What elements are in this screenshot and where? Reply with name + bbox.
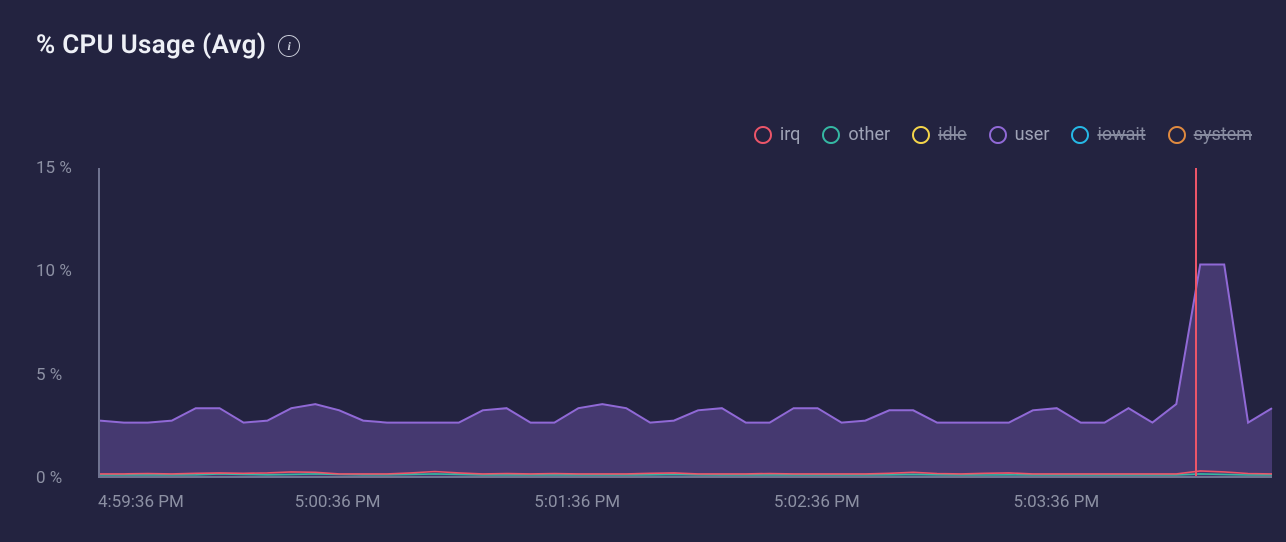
legend-swatch-other <box>822 126 840 144</box>
panel-title: % CPU Usage (Avg) <box>36 30 266 60</box>
x-tick-label: 5:01:36 PM <box>534 492 620 512</box>
legend-item-irq[interactable]: irq <box>754 124 801 145</box>
y-tick-label: 10 % <box>36 261 72 281</box>
legend-item-user[interactable]: user <box>989 124 1050 145</box>
legend-swatch-irq <box>754 126 772 144</box>
x-tick-label: 5:00:36 PM <box>295 492 381 512</box>
x-tick-label: 5:02:36 PM <box>774 492 860 512</box>
y-axis-labels: 0 %5 %10 %15 % <box>36 158 90 478</box>
panel-header: % CPU Usage (Avg) <box>36 30 300 60</box>
legend-label: irq <box>780 124 801 145</box>
y-tick-label: 5 % <box>36 365 62 385</box>
series-line-user <box>100 265 1272 423</box>
legend-item-idle[interactable]: idle <box>912 124 966 145</box>
y-tick-label: 0 % <box>36 468 62 488</box>
info-icon[interactable] <box>278 35 300 57</box>
chart-area[interactable] <box>98 168 1272 478</box>
legend-item-other[interactable]: other <box>822 124 890 145</box>
cursor-line <box>1195 168 1197 476</box>
legend-swatch-user <box>989 126 1007 144</box>
x-tick-label: 5:03:36 PM <box>1013 492 1099 512</box>
legend-label: idle <box>938 124 966 145</box>
y-tick-label: 15 % <box>36 158 72 178</box>
legend-swatch-idle <box>912 126 930 144</box>
legend-item-iowait[interactable]: iowait <box>1071 124 1145 145</box>
legend-label: iowait <box>1097 124 1145 145</box>
series-svg <box>100 168 1272 476</box>
x-axis-labels: 4:59:36 PM 5:00:36 PM 5:01:36 PM 5:02:36 PM… <box>98 482 1272 522</box>
legend-swatch-iowait <box>1071 126 1089 144</box>
legend-swatch-system <box>1168 126 1186 144</box>
legend-label: other <box>848 124 890 145</box>
cpu-usage-panel: % CPU Usage (Avg) irq other idle user iowait… <box>0 0 1286 542</box>
legend: irq other idle user iowait system <box>754 124 1252 145</box>
x-tick-label: 4:59:36 PM <box>98 492 184 512</box>
legend-item-system[interactable]: system <box>1168 124 1252 145</box>
series-area-user <box>100 265 1272 477</box>
legend-label: user <box>1015 124 1050 145</box>
legend-label: system <box>1194 124 1252 145</box>
plot: 0 % 5 % 10 % 15 % 4:59:36 PM 5:00:36 PM 5:01:… <box>36 158 1272 522</box>
